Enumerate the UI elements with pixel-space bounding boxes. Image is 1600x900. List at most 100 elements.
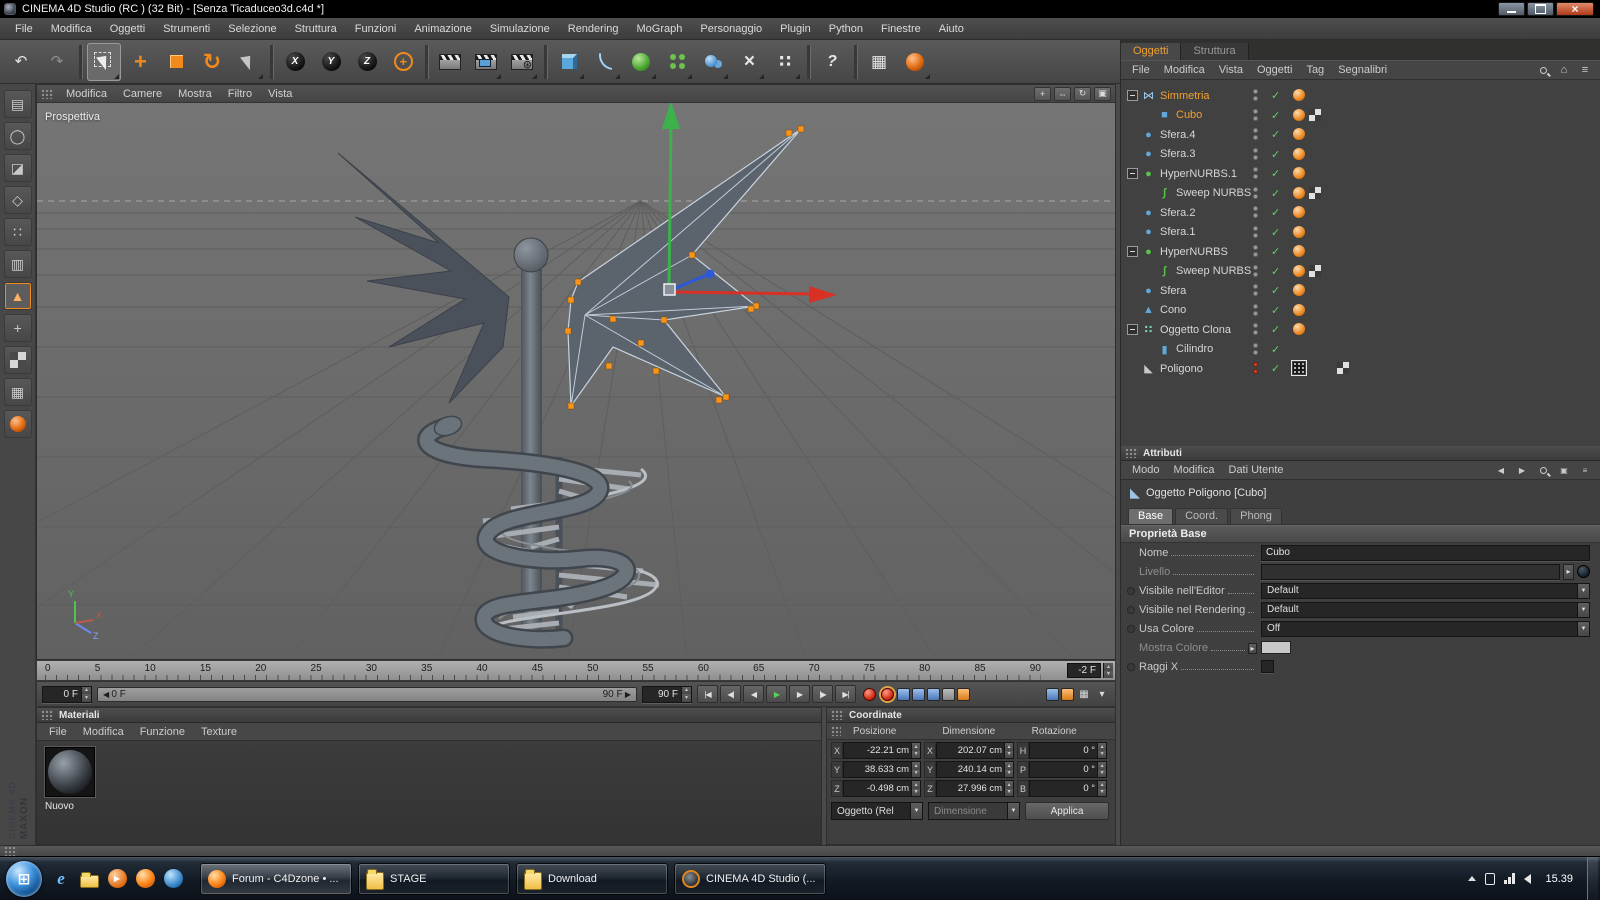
object-row[interactable]: Sfera.1 [1121, 223, 1600, 243]
paint-mode-icon[interactable] [3, 410, 32, 438]
enable-check-icon[interactable] [1271, 343, 1280, 356]
enable-check-icon[interactable] [1271, 323, 1280, 336]
visibility-dots[interactable] [1253, 362, 1258, 374]
object-manager-menu-item[interactable]: Oggetti [1250, 64, 1299, 76]
tag-icon[interactable] [1337, 187, 1349, 199]
menu-item[interactable]: Modifica [42, 23, 101, 35]
scale-tool[interactable] [159, 43, 193, 81]
object-row[interactable]: Sfera [1121, 281, 1600, 301]
camera-rotate-icon[interactable]: ↻ [1074, 86, 1091, 101]
tag-icon[interactable] [1337, 245, 1349, 257]
usa-colore-dropdown[interactable]: Off [1261, 620, 1590, 637]
taskbar-button[interactable]: Forum - C4Dzone • ... [200, 862, 352, 895]
object-name[interactable]: Cubo [1176, 109, 1202, 121]
x-axis-handle[interactable] [672, 290, 814, 296]
object-row[interactable]: HyperNURBS.1 [1121, 164, 1600, 184]
object-manager-menu-item[interactable]: Vista [1212, 64, 1250, 76]
object-name[interactable]: Cono [1160, 304, 1186, 316]
record-position-toggle[interactable] [897, 687, 910, 701]
enable-check-icon[interactable] [1271, 304, 1280, 317]
tag-icon[interactable] [1309, 304, 1321, 316]
object-row[interactable]: Cilindro [1121, 340, 1600, 360]
axis-mode-icon[interactable]: + [3, 314, 32, 342]
render-settings-icon[interactable] [505, 43, 539, 81]
grip-icon[interactable] [1125, 448, 1138, 458]
stepper[interactable] [911, 762, 920, 777]
tag-icon[interactable] [1337, 167, 1349, 179]
dropdown-arrow-icon[interactable] [1577, 621, 1589, 636]
move-tool[interactable]: + [123, 43, 157, 81]
origin-handle[interactable] [663, 283, 676, 296]
enable-check-icon[interactable] [1271, 148, 1280, 161]
rotate-tool[interactable]: ↻ [195, 43, 229, 81]
menu-item[interactable]: Python [820, 23, 872, 35]
attributes-menu-item[interactable]: Modifica [1167, 464, 1222, 476]
expander-icon[interactable] [1127, 129, 1138, 140]
timeline-ruler[interactable]: 0 5 10 15 20 25 30 35 40 45 50 55 60 65 70 75 80 85 90 -2 … [36, 660, 1116, 681]
object-name[interactable]: Sfera.2 [1160, 207, 1195, 219]
keyframe-circle-icon[interactable] [1127, 624, 1135, 633]
hypernurbs-icon[interactable] [624, 43, 658, 81]
expand-arrow-icon[interactable] [1563, 563, 1574, 580]
tag-icon[interactable] [1293, 303, 1305, 316]
expander-icon[interactable] [1143, 266, 1154, 277]
object-row[interactable]: Poligono [1121, 359, 1600, 379]
autokey-frame-icon[interactable] [1061, 687, 1074, 701]
keyframe-circle-icon[interactable] [1127, 662, 1135, 671]
back-icon[interactable]: ◀ [1493, 463, 1509, 477]
tag-icon[interactable] [1309, 245, 1321, 257]
expander-icon[interactable] [1127, 227, 1138, 238]
viewport-menu-item[interactable]: Camere [115, 88, 170, 100]
tag-icon[interactable] [1309, 186, 1321, 199]
attributes-menu-item[interactable]: Dati Utente [1222, 464, 1291, 476]
last-tool[interactable] [231, 43, 265, 81]
stepper[interactable] [911, 781, 920, 796]
visibile-editor-dropdown[interactable]: Default [1261, 582, 1590, 599]
current-frame-field[interactable] [42, 685, 92, 703]
start-button[interactable] [6, 860, 42, 897]
tag-icon[interactable] [1293, 128, 1305, 140]
nome-input[interactable] [1261, 544, 1590, 561]
stepper[interactable] [1097, 762, 1106, 777]
enable-check-icon[interactable] [1271, 187, 1280, 200]
tag-icon[interactable] [1293, 186, 1305, 199]
keyframe-circle-icon[interactable] [1127, 586, 1135, 595]
size-input[interactable] [937, 743, 1005, 758]
taskbar-button[interactable]: CINEMA 4D Studio (... [674, 862, 826, 895]
expander-icon[interactable] [1127, 285, 1138, 296]
tag-icon[interactable] [1337, 206, 1349, 218]
viewport-menu-item[interactable]: Modifica [58, 88, 115, 100]
preview-range-slider[interactable]: 0 F 90 F [97, 686, 637, 702]
expander-icon[interactable] [1127, 324, 1138, 336]
visibility-dots[interactable] [1253, 225, 1258, 238]
menu-item[interactable]: Funzioni [346, 23, 406, 35]
object-name[interactable]: Sfera.1 [1160, 226, 1195, 238]
visibility-dots[interactable] [1253, 323, 1258, 335]
object-row[interactable]: Cubo [1121, 106, 1600, 126]
close-button[interactable] [1556, 2, 1594, 16]
tag-icon[interactable] [1293, 167, 1305, 179]
object-row[interactable]: Sfera.3 [1121, 145, 1600, 165]
forward-icon[interactable]: ▶ [1514, 463, 1530, 477]
object-name[interactable]: Oggetto Clona [1160, 324, 1231, 336]
tag-icon[interactable] [1337, 109, 1349, 121]
play-button[interactable]: ▶ [766, 685, 787, 703]
tag-icon[interactable] [1337, 265, 1349, 277]
menu-item[interactable]: MoGraph [628, 23, 692, 35]
object-name[interactable]: Sweep NURBS [1176, 187, 1251, 199]
menu-item[interactable]: Strumenti [154, 23, 219, 35]
object-row[interactable]: Oggetto Clona [1121, 320, 1600, 340]
stepper[interactable] [1004, 743, 1013, 758]
expander-icon[interactable] [1143, 344, 1154, 355]
spline-pen-icon[interactable] [588, 43, 622, 81]
visibility-dots[interactable] [1253, 89, 1258, 101]
tag-icon[interactable] [1309, 148, 1321, 160]
globe-icon[interactable] [1577, 565, 1590, 578]
object-name[interactable]: Cilindro [1176, 343, 1213, 355]
object-row[interactable]: Cono [1121, 301, 1600, 321]
app-blue-icon[interactable] [161, 866, 185, 892]
grip-icon[interactable] [831, 726, 841, 736]
menu-item[interactable]: Finestre [872, 23, 930, 35]
grip-icon[interactable] [41, 710, 54, 720]
enable-check-icon[interactable] [1271, 245, 1280, 258]
